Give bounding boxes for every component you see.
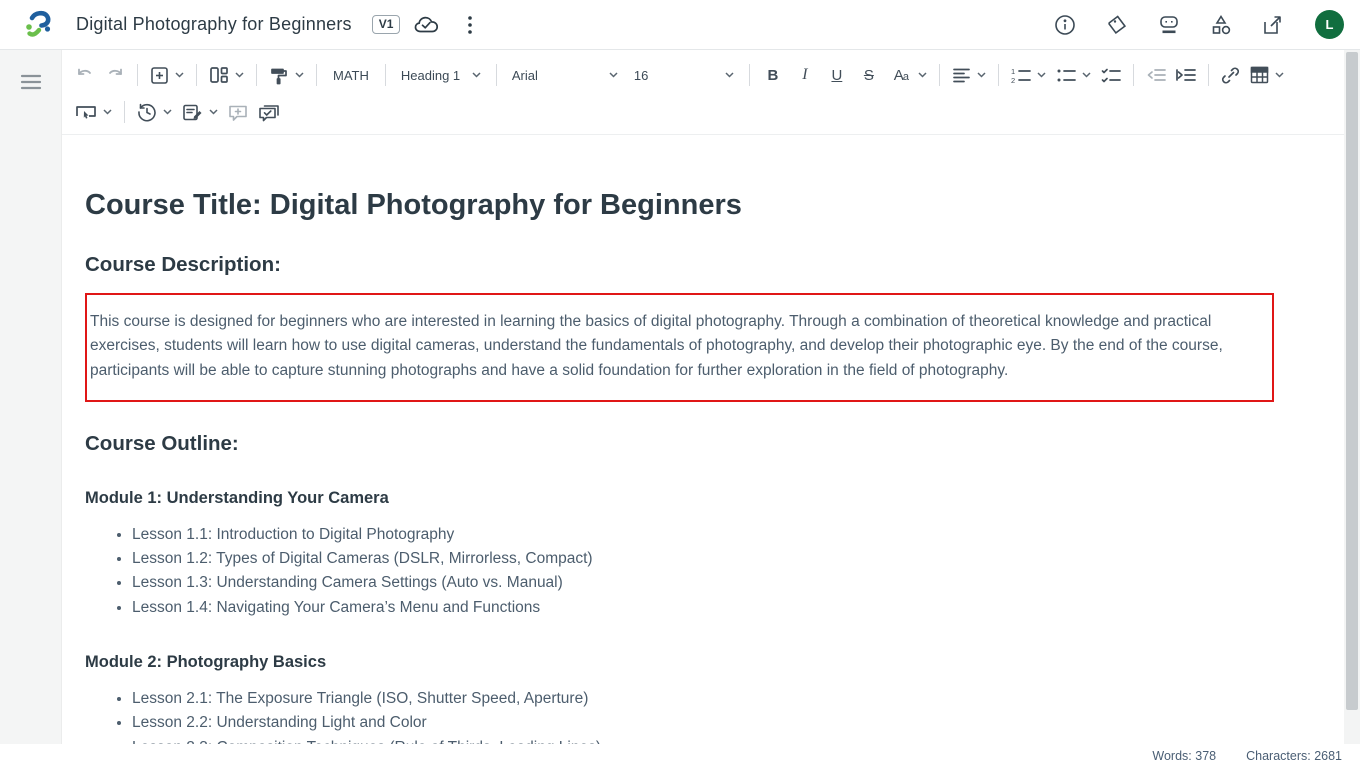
divider (137, 64, 138, 86)
info-icon[interactable] (1051, 11, 1079, 39)
font-family-select[interactable]: Arial (504, 62, 626, 89)
divider (1208, 64, 1209, 86)
document-title: Digital Photography for Beginners (76, 14, 352, 35)
toolbar-row-1: MATH Heading 1 Arial 16 B I U (70, 56, 1336, 94)
strikethrough-button[interactable]: S (853, 63, 885, 88)
module-2-heading: Module 2: Photography Basics (85, 653, 1274, 672)
topbar: Digital Photography for Beginners V1 (0, 0, 1360, 50)
link-button[interactable] (1216, 62, 1245, 89)
comment-add-button[interactable] (223, 99, 253, 126)
divider (256, 64, 257, 86)
underline-button[interactable]: U (821, 63, 853, 88)
module-2-lesson-list: Lesson 2.1: The Exposure Triangle (ISO, … (85, 687, 1274, 744)
comments-check-button[interactable] (253, 98, 285, 126)
divider (496, 64, 497, 86)
tag-icon[interactable] (1103, 11, 1131, 39)
list-item: Lesson 1.3: Understanding Camera Setting… (132, 571, 1274, 595)
course-outline-heading: Course Outline: (85, 432, 1274, 456)
vertical-scrollbar[interactable] (1344, 50, 1360, 744)
insert-menu-button[interactable] (145, 62, 189, 89)
editor-toolbar: MATH Heading 1 Arial 16 B I U (62, 50, 1344, 135)
table-menu-button[interactable] (1245, 62, 1289, 88)
list-item: Lesson 1.2: Types of Digital Cameras (DS… (132, 547, 1274, 571)
chevron-down-icon (295, 72, 304, 78)
chevron-down-icon (103, 109, 112, 115)
chevron-down-icon (1082, 72, 1091, 78)
highlighted-description-paragraph[interactable]: This course is designed for beginners wh… (85, 293, 1274, 402)
chevron-down-icon (472, 72, 481, 78)
app-logo-icon (24, 9, 54, 41)
list-item: Lesson 2.2: Understanding Light and Colo… (132, 711, 1274, 735)
chevron-down-icon (235, 72, 244, 78)
divider (385, 64, 386, 86)
divider (1133, 64, 1134, 86)
editor-pane: MATH Heading 1 Arial 16 B I U (62, 50, 1344, 744)
font-size-value: 16 (634, 68, 648, 83)
chevron-down-icon (725, 72, 734, 78)
bold-button[interactable]: B (757, 63, 789, 88)
chevron-down-icon (209, 109, 218, 115)
left-rail (0, 50, 62, 744)
share-icon[interactable] (1259, 11, 1287, 39)
svg-text:2: 2 (1011, 76, 1015, 84)
shapes-icon[interactable] (1207, 11, 1235, 39)
redo-button[interactable] (100, 62, 130, 88)
list-item: Lesson 2.1: The Exposure Triangle (ISO, … (132, 687, 1274, 711)
italic-button[interactable]: I (789, 62, 821, 88)
divider (124, 101, 125, 123)
divider (998, 64, 999, 86)
history-menu-button[interactable] (132, 98, 177, 126)
layout-menu-button[interactable] (204, 61, 249, 89)
paint-roller-menu-button[interactable] (264, 61, 309, 89)
list-item: Lesson 1.4: Navigating Your Camera’s Men… (132, 596, 1274, 620)
chevron-down-icon (1037, 72, 1046, 78)
outdent-button[interactable] (1141, 63, 1171, 87)
text-case-menu-button[interactable]: Aa (885, 63, 932, 88)
document-canvas[interactable]: Course Title: Digital Photography for Be… (62, 135, 1344, 744)
module-1-heading: Module 1: Understanding Your Camera (85, 489, 1274, 508)
font-size-select[interactable]: 16 (626, 62, 742, 89)
paragraph-style-value: Heading 1 (401, 68, 460, 83)
chevron-down-icon (175, 72, 184, 78)
divider (316, 64, 317, 86)
select-area-menu-button[interactable] (70, 100, 117, 124)
topbar-right-actions: L (1051, 10, 1344, 39)
cloud-check-icon[interactable] (412, 11, 440, 39)
bullet-list-menu-button[interactable] (1051, 63, 1096, 88)
list-item: Lesson 1.1: Introduction to Digital Phot… (132, 523, 1274, 547)
divider (939, 64, 940, 86)
course-title-heading: Course Title: Digital Photography for Be… (85, 187, 1274, 223)
version-badge[interactable]: V1 (372, 15, 401, 34)
chevron-down-icon (609, 72, 618, 78)
id-card-icon[interactable] (1155, 11, 1183, 39)
statusbar: Words: 378 Characters: 2681 (0, 744, 1360, 768)
toc-burger-icon[interactable] (20, 72, 42, 92)
divider (749, 64, 750, 86)
chevron-down-icon (1275, 72, 1284, 78)
checklist-button[interactable] (1096, 63, 1126, 88)
module-1-lesson-list: Lesson 1.1: Introduction to Digital Phot… (85, 523, 1274, 620)
list-item: Lesson 2.3: Composition Techniques (Rule… (132, 736, 1274, 744)
character-count: Characters: 2681 (1246, 749, 1342, 763)
paragraph-style-select[interactable]: Heading 1 (393, 62, 489, 89)
workspace: MATH Heading 1 Arial 16 B I U (0, 50, 1360, 744)
indent-button[interactable] (1171, 63, 1201, 87)
font-family-value: Arial (512, 68, 538, 83)
chevron-down-icon (163, 109, 172, 115)
undo-button[interactable] (70, 62, 100, 88)
math-button[interactable]: MATH (324, 62, 378, 89)
course-description-heading: Course Description: (85, 253, 1274, 277)
word-count: Words: 378 (1152, 749, 1216, 763)
chevron-down-icon (977, 72, 986, 78)
numbered-list-menu-button[interactable]: 1 2 (1006, 63, 1051, 88)
align-menu-button[interactable] (947, 63, 991, 87)
notes-menu-button[interactable] (177, 99, 223, 126)
kebab-menu-icon[interactable] (456, 11, 484, 39)
toolbar-row-2 (70, 94, 1336, 130)
svg-text:1: 1 (1011, 67, 1015, 76)
chevron-down-icon (918, 72, 927, 78)
avatar[interactable]: L (1315, 10, 1344, 39)
divider (196, 64, 197, 86)
scrollbar-thumb[interactable] (1346, 52, 1358, 710)
